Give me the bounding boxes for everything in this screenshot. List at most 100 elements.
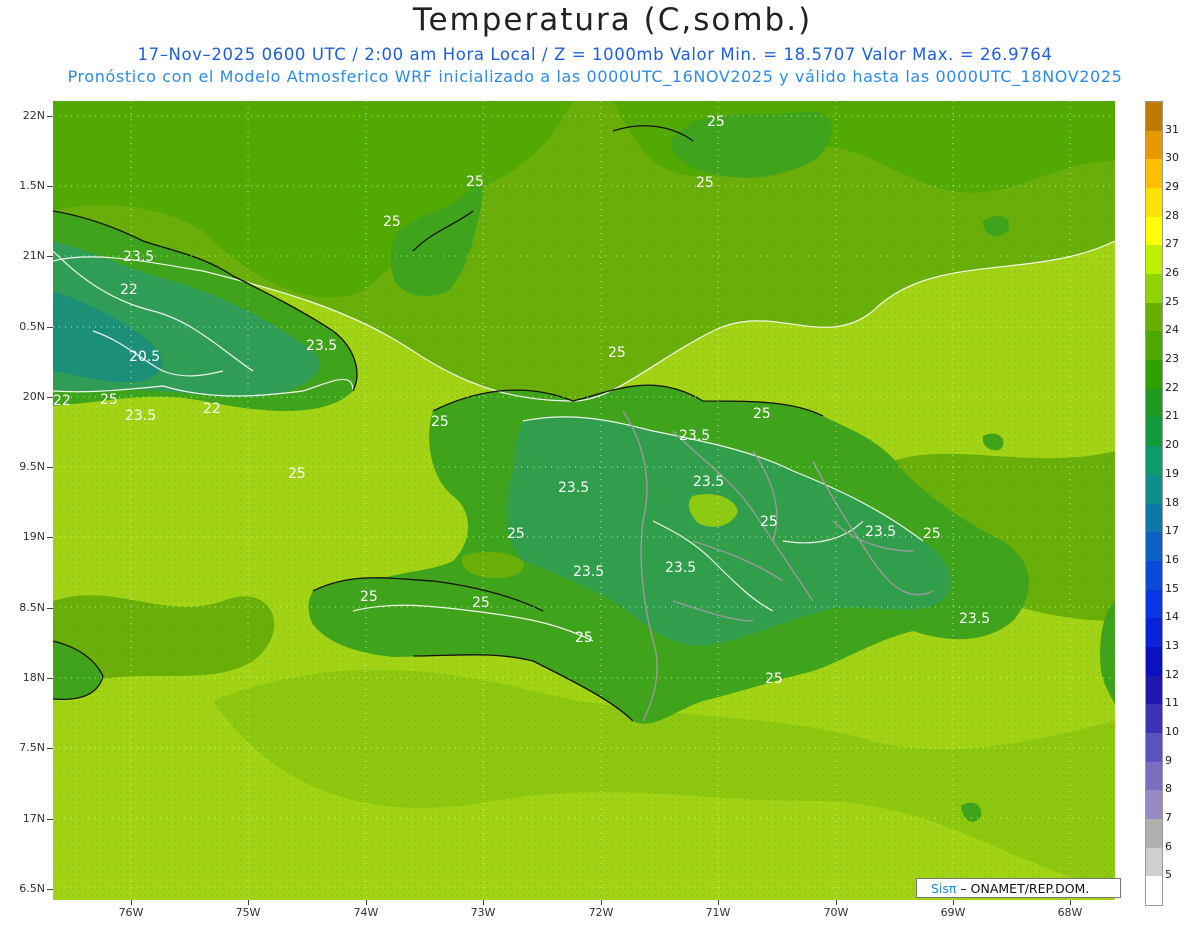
lon-label: 71W bbox=[705, 906, 731, 919]
lat-label: 19N bbox=[22, 530, 45, 543]
lon-tick bbox=[131, 900, 132, 905]
contour-label: 25 bbox=[100, 392, 118, 408]
lat-label: 9.5N bbox=[19, 460, 45, 473]
lon-tick bbox=[248, 900, 249, 905]
colorbar-swatch bbox=[1146, 560, 1162, 591]
contour-label: 25 bbox=[288, 466, 306, 482]
colorbar-label: 18 bbox=[1165, 495, 1179, 509]
colorbar-label: 5 bbox=[1165, 868, 1172, 882]
contour-label: 25 bbox=[472, 595, 490, 611]
lat-tick bbox=[47, 537, 53, 538]
chart-subtitle-model: Pronóstico con el Modelo Atmosferico WRF… bbox=[67, 67, 1123, 86]
lat-tick bbox=[47, 397, 53, 398]
colorbar-swatch bbox=[1146, 159, 1162, 189]
lat-label: 20N bbox=[22, 390, 45, 403]
contour-label: 23.5 bbox=[959, 611, 990, 627]
temperature-map: 25 25 25 25 23.5 22 20.5 23.5 22 25 22 2… bbox=[53, 101, 1115, 900]
chart-subtitle-date: 17–Nov–2025 0600 UTC / 2:00 am Hora Loca… bbox=[137, 45, 1053, 64]
colorbar-label: 11 bbox=[1165, 696, 1179, 710]
contour-label: 23.5 bbox=[865, 524, 896, 540]
colorbar-swatch bbox=[1146, 417, 1162, 447]
contour-label: 20.5 bbox=[129, 349, 160, 365]
lat-tick bbox=[47, 748, 53, 749]
colorbar-label: 10 bbox=[1165, 724, 1179, 738]
colorbar-label: 30 bbox=[1165, 151, 1179, 165]
lat-tick bbox=[47, 889, 53, 890]
contour-label: 23.5 bbox=[125, 408, 156, 424]
contour-label: 23.5 bbox=[573, 564, 604, 580]
colorbar-swatch bbox=[1146, 503, 1162, 533]
colorbar-swatch bbox=[1146, 704, 1162, 734]
colorbar-label: 6 bbox=[1165, 839, 1172, 853]
lon-tick bbox=[718, 900, 719, 905]
contour-label: 25 bbox=[707, 114, 725, 130]
colorbar bbox=[1145, 101, 1163, 906]
colorbar-label: 13 bbox=[1165, 638, 1179, 652]
colorbar-swatch bbox=[1146, 388, 1162, 418]
contour-label: 23.5 bbox=[558, 480, 589, 496]
colorbar-label: 24 bbox=[1165, 323, 1179, 337]
lat-tick bbox=[47, 467, 53, 468]
colorbar-label: 21 bbox=[1165, 409, 1179, 423]
colorbar-swatch bbox=[1146, 532, 1162, 562]
colorbar-swatch bbox=[1146, 818, 1162, 849]
lon-label: 69W bbox=[940, 906, 966, 919]
colorbar-swatch bbox=[1146, 790, 1162, 820]
lon-tick bbox=[366, 900, 367, 905]
contour-label: 23.5 bbox=[679, 428, 710, 444]
lat-label: 8.5N bbox=[19, 601, 45, 614]
colorbar-label: 28 bbox=[1165, 208, 1179, 222]
colorbar-swatch bbox=[1146, 360, 1162, 390]
contour-label: 25 bbox=[431, 414, 449, 430]
colorbar-swatch bbox=[1146, 245, 1162, 275]
lat-tick bbox=[47, 327, 53, 328]
contour-label: 25 bbox=[360, 589, 378, 605]
contour-label: 23.5 bbox=[665, 560, 696, 576]
colorbar-label: 16 bbox=[1165, 552, 1179, 566]
colorbar-swatch bbox=[1146, 474, 1162, 504]
contour-label: 25 bbox=[753, 406, 771, 422]
colorbar-swatch bbox=[1146, 675, 1162, 705]
contour-label: 25 bbox=[923, 526, 941, 542]
lat-label: 18N bbox=[22, 671, 45, 684]
colorbar-label: 27 bbox=[1165, 237, 1179, 251]
colorbar-label: 25 bbox=[1165, 294, 1179, 308]
colorbar-swatch bbox=[1146, 618, 1162, 648]
credit-brand: Sisπ bbox=[931, 881, 957, 896]
contour-label: 25 bbox=[608, 345, 626, 361]
lon-label: 76W bbox=[118, 906, 144, 919]
colorbar-label: 12 bbox=[1165, 667, 1179, 681]
lat-tick bbox=[47, 256, 53, 257]
contour-label: 23.5 bbox=[123, 249, 154, 265]
colorbar-label: 7 bbox=[1165, 810, 1172, 824]
colorbar-swatch bbox=[1146, 646, 1162, 677]
credit-box: Sisπ – ONAMET/REP.DOM. bbox=[916, 878, 1121, 898]
colorbar-label: 9 bbox=[1165, 753, 1172, 767]
contour-label: 25 bbox=[575, 630, 593, 646]
colorbar-swatch bbox=[1146, 761, 1162, 791]
contour-label: 25 bbox=[765, 671, 783, 687]
colorbar-swatch bbox=[1146, 130, 1162, 160]
colorbar-label: 22 bbox=[1165, 380, 1179, 394]
contour-label: 23.5 bbox=[693, 474, 724, 490]
lon-label: 73W bbox=[470, 906, 496, 919]
colorbar-swatch bbox=[1146, 446, 1162, 476]
lat-label: 17N bbox=[22, 812, 45, 825]
lon-label: 74W bbox=[353, 906, 379, 919]
colorbar-label: 19 bbox=[1165, 466, 1179, 480]
lat-label: 1.5N bbox=[19, 179, 45, 192]
contour-label: 25 bbox=[507, 526, 525, 542]
lat-label: 7.5N bbox=[19, 741, 45, 754]
colorbar-label: 15 bbox=[1165, 581, 1179, 595]
contour-label: 22 bbox=[120, 282, 138, 298]
colorbar-swatch bbox=[1146, 188, 1162, 218]
colorbar-label: 8 bbox=[1165, 782, 1172, 796]
lat-tick bbox=[47, 678, 53, 679]
colorbar-swatch bbox=[1146, 102, 1162, 132]
map-svg: 25 25 25 25 23.5 22 20.5 23.5 22 25 22 2… bbox=[53, 101, 1115, 900]
lat-tick bbox=[47, 819, 53, 820]
lat-label: 0.5N bbox=[19, 320, 45, 333]
contour-label: 22 bbox=[203, 401, 221, 417]
colorbar-label: 23 bbox=[1165, 352, 1179, 366]
contour-label: 22 bbox=[53, 393, 71, 409]
